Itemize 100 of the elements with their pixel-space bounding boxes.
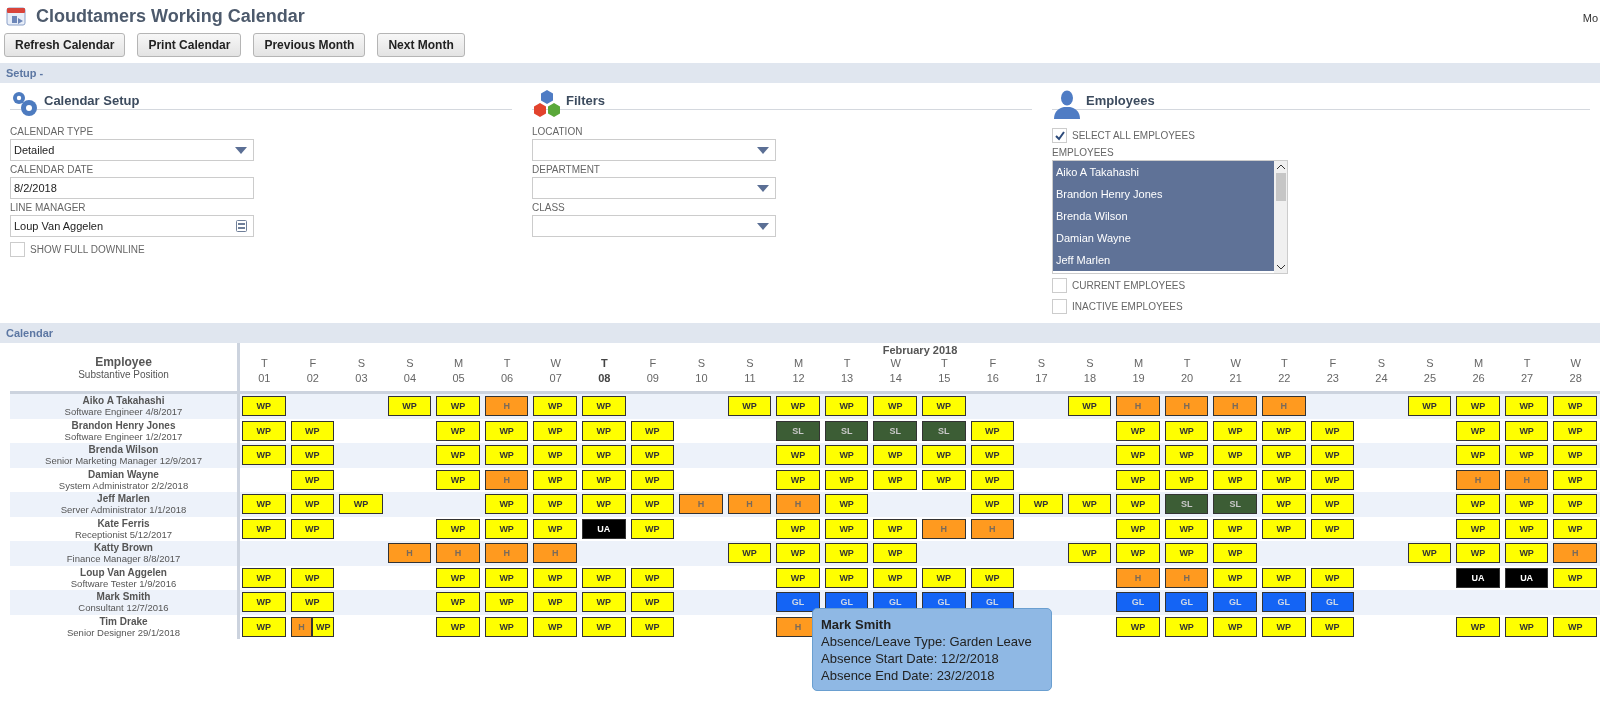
- calendar-entry[interactable]: WP: [582, 494, 626, 515]
- calendar-entry[interactable]: WP: [1456, 445, 1500, 466]
- employee-list-item[interactable]: Jeff Marlen: [1053, 249, 1274, 271]
- calendar-entry[interactable]: WP: [533, 445, 577, 466]
- calendar-entry[interactable]: SL: [824, 420, 869, 441]
- calendar-entry[interactable]: WP: [1310, 469, 1355, 490]
- calendar-entry[interactable]: WP: [290, 518, 335, 539]
- calendar-entry[interactable]: WP: [630, 592, 675, 613]
- calendar-entry[interactable]: WP: [290, 420, 335, 441]
- calendar-entry[interactable]: WP: [1310, 616, 1355, 637]
- calendar-entry[interactable]: WP: [436, 396, 480, 417]
- calendar-entry[interactable]: WP: [436, 616, 480, 637]
- calendar-entry[interactable]: WP: [1213, 420, 1257, 441]
- dropdown-field[interactable]: [532, 215, 776, 237]
- calendar-entry[interactable]: WP: [1164, 616, 1209, 637]
- calendar-entry[interactable]: WP: [1456, 518, 1500, 539]
- calendar-entry[interactable]: WP: [387, 396, 432, 417]
- calendar-entry[interactable]: WP: [776, 543, 820, 564]
- calendar-entry[interactable]: WP: [1164, 518, 1209, 539]
- calendar-entry[interactable]: WP: [1262, 616, 1306, 637]
- calendar-entry[interactable]: GL: [1213, 592, 1257, 613]
- calendar-entry[interactable]: WP: [873, 518, 917, 539]
- calendar-entry[interactable]: WP: [1164, 420, 1209, 441]
- calendar-entry[interactable]: WP: [1116, 518, 1160, 539]
- calendar-entry[interactable]: WP: [290, 469, 335, 490]
- calendar-entry[interactable]: WP: [533, 494, 577, 515]
- calendar-entry[interactable]: WP: [1504, 396, 1549, 417]
- calendar-entry[interactable]: WP: [242, 616, 286, 637]
- calendar-entry[interactable]: WP: [484, 592, 529, 613]
- calendar-entry[interactable]: WP: [970, 469, 1015, 490]
- calendar-entry[interactable]: WP: [1262, 567, 1306, 588]
- calendar-entry[interactable]: WP: [1504, 445, 1549, 466]
- calendar-entry[interactable]: WP: [1262, 445, 1306, 466]
- calendar-entry[interactable]: WP: [970, 445, 1015, 466]
- calendar-entry[interactable]: WP: [242, 420, 286, 441]
- checkbox[interactable]: [1052, 278, 1067, 293]
- calendar-entry[interactable]: SL: [922, 420, 966, 441]
- calendar-entry[interactable]: WP: [1407, 396, 1452, 417]
- calendar-entry[interactable]: WP: [1067, 494, 1112, 515]
- lookup-field[interactable]: Loup Van Aggelen: [10, 215, 254, 237]
- calendar-entry[interactable]: WP: [533, 469, 577, 490]
- calendar-entry[interactable]: WP: [484, 420, 529, 441]
- calendar-entry[interactable]: WP: [630, 518, 675, 539]
- employee-list-item[interactable]: Brandon Henry Jones: [1053, 183, 1274, 205]
- calendar-entry[interactable]: WP: [1262, 518, 1306, 539]
- calendar-entry[interactable]: UA: [582, 518, 626, 539]
- calendar-entry[interactable]: WP: [727, 543, 772, 564]
- calendar-entry[interactable]: WP: [1553, 567, 1597, 588]
- toolbar-button[interactable]: Next Month: [377, 33, 465, 57]
- calendar-entry[interactable]: WP: [1310, 567, 1355, 588]
- calendar-entry[interactable]: WP: [630, 567, 675, 588]
- calendar-entry[interactable]: WP: [1553, 445, 1597, 466]
- toolbar-button[interactable]: Refresh Calendar: [4, 33, 126, 57]
- calendar-entry[interactable]: WP: [922, 445, 966, 466]
- calendar-entry[interactable]: WP: [533, 518, 577, 539]
- calendar-entry[interactable]: WP: [533, 592, 577, 613]
- calendar-entry[interactable]: GL: [1310, 592, 1355, 613]
- toolbar-button[interactable]: Print Calendar: [137, 33, 242, 57]
- calendar-entry[interactable]: GL: [776, 592, 820, 613]
- calendar-entry[interactable]: WP: [436, 469, 480, 490]
- calendar-entry[interactable]: UA: [1456, 567, 1500, 588]
- calendar-entry[interactable]: WP: [873, 567, 917, 588]
- calendar-entry[interactable]: UA: [1504, 567, 1549, 588]
- calendar-entry[interactable]: WP: [1213, 445, 1257, 466]
- calendar-entry[interactable]: WP: [1067, 396, 1112, 417]
- checkbox[interactable]: [1052, 128, 1067, 143]
- calendar-entry[interactable]: WP: [1553, 494, 1597, 515]
- calendar-entry[interactable]: WP: [484, 445, 529, 466]
- calendar-entry[interactable]: WP: [1116, 445, 1160, 466]
- calendar-entry[interactable]: WP: [630, 494, 675, 515]
- calendar-entry[interactable]: WP: [776, 396, 820, 417]
- dropdown-field[interactable]: Detailed: [10, 139, 254, 161]
- calendar-entry[interactable]: WP: [1553, 420, 1597, 441]
- calendar-entry[interactable]: WP: [630, 616, 675, 637]
- calendar-entry[interactable]: WP: [1213, 469, 1257, 490]
- calendar-entry[interactable]: WP: [290, 494, 335, 515]
- calendar-entry[interactable]: WP: [922, 396, 966, 417]
- calendar-entry[interactable]: WP: [1116, 543, 1160, 564]
- calendar-entry[interactable]: WP: [1553, 616, 1597, 637]
- checkbox[interactable]: [1052, 299, 1067, 314]
- calendar-entry[interactable]: WP: [1164, 445, 1209, 466]
- calendar-entry[interactable]: WP: [1504, 543, 1549, 564]
- section-bar[interactable]: Setup -: [0, 63, 1600, 83]
- calendar-entry[interactable]: WP: [582, 396, 626, 417]
- calendar-entry[interactable]: WP: [970, 567, 1015, 588]
- calendar-entry[interactable]: WP: [824, 445, 869, 466]
- calendar-entry[interactable]: SL: [776, 420, 820, 441]
- calendar-entry[interactable]: WP: [776, 518, 820, 539]
- calendar-entry[interactable]: WP: [484, 518, 529, 539]
- calendar-entry[interactable]: WP: [824, 567, 869, 588]
- calendar-entry[interactable]: WP: [436, 567, 480, 588]
- calendar-entry[interactable]: WP: [1504, 518, 1549, 539]
- calendar-entry[interactable]: SL: [873, 420, 917, 441]
- calendar-entry[interactable]: GL: [1164, 592, 1209, 613]
- calendar-entry[interactable]: WP: [290, 445, 335, 466]
- calendar-entry[interactable]: WP: [1067, 543, 1112, 564]
- calendar-entry[interactable]: WP: [1310, 494, 1355, 515]
- calendar-entry[interactable]: WP: [582, 592, 626, 613]
- calendar-entry[interactable]: WP: [776, 469, 820, 490]
- calendar-entry[interactable]: GL: [1262, 592, 1306, 613]
